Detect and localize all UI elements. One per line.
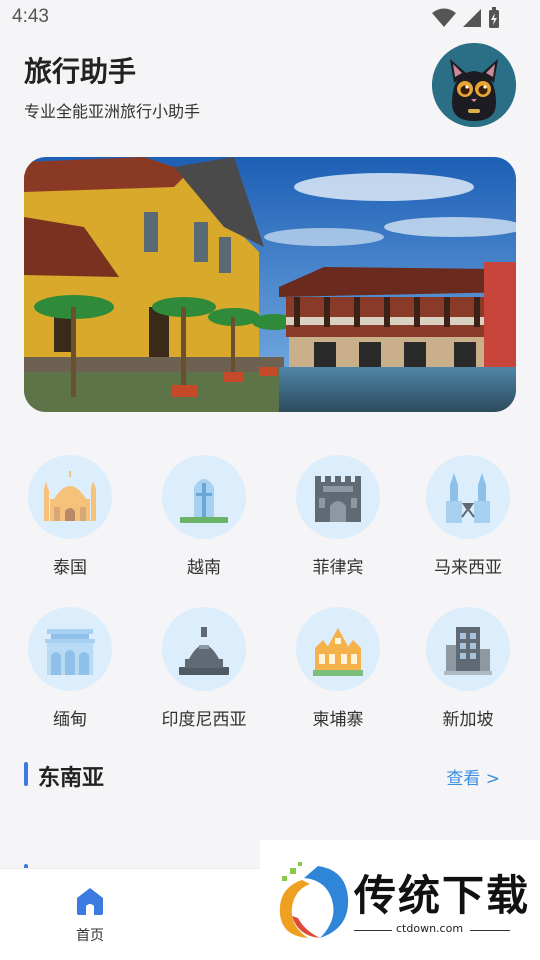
- fortress-icon: [315, 476, 361, 522]
- stupa-icon: [179, 627, 229, 675]
- country-icon-circle: [162, 455, 246, 539]
- watermark: 传统下载 ctdown.com: [260, 840, 540, 960]
- app-subtitle: 专业全能亚洲旅行小助手: [24, 102, 201, 121]
- country-item-thailand[interactable]: 泰国: [10, 455, 130, 578]
- country-item-philippines[interactable]: 菲律宾: [278, 455, 398, 578]
- palace-icon: [45, 629, 95, 675]
- banner-image[interactable]: [24, 157, 516, 412]
- hoi-an-bridge-illustration: [24, 157, 516, 412]
- country-label: 泰国: [53, 558, 87, 578]
- app-title: 旅行助手: [24, 55, 137, 88]
- cat-avatar-icon: [432, 43, 516, 127]
- tab-home-label: 首页: [76, 928, 104, 944]
- country-item-vietnam[interactable]: 越南: [144, 455, 264, 578]
- country-label: 印度尼西亚: [161, 710, 247, 730]
- country-item-singapore[interactable]: 新加坡: [408, 607, 528, 730]
- watermark-url: ctdown.com: [396, 922, 464, 935]
- skyscraper-icon: [444, 627, 492, 675]
- section-header-southeast-asia: 东南亚 查看 >: [24, 760, 500, 791]
- angkor-icon: [313, 628, 363, 676]
- country-icon-circle: [162, 607, 246, 691]
- country-label: 菲律宾: [312, 558, 364, 578]
- watermark-divider: [354, 930, 392, 931]
- country-icon-circle: [426, 607, 510, 691]
- status-icons: [432, 7, 500, 29]
- watermark-logo-icon: [279, 862, 349, 938]
- country-item-myanmar[interactable]: 缅甸: [10, 607, 130, 730]
- temple-icon: [44, 471, 96, 521]
- country-item-indonesia[interactable]: 印度尼西亚: [144, 607, 264, 730]
- country-icon-circle: [296, 455, 380, 539]
- country-item-cambodia[interactable]: 柬埔寨: [278, 607, 398, 730]
- watermark-brand: 传统下载: [354, 871, 531, 920]
- wifi-icon: [432, 8, 456, 27]
- watermark-divider: [470, 930, 510, 931]
- country-label: 马来西亚: [434, 558, 502, 578]
- battery-icon: [489, 7, 499, 28]
- status-bar: 4:43: [0, 0, 540, 36]
- avatar[interactable]: [432, 43, 516, 127]
- country-label: 缅甸: [53, 710, 87, 730]
- country-label: 新加坡: [442, 710, 494, 730]
- country-label: 柬埔寨: [312, 710, 364, 730]
- country-label: 越南: [187, 558, 221, 578]
- tab-home[interactable]: 首页: [60, 885, 120, 945]
- country-icon-circle: [28, 607, 112, 691]
- home-icon: [77, 888, 103, 915]
- section-accent-bar: [24, 762, 28, 786]
- signal-icon: [463, 9, 481, 27]
- tower-icon: [180, 479, 228, 523]
- status-time: 4:43: [12, 6, 49, 27]
- country-icon-circle: [28, 455, 112, 539]
- section-title: 东南亚: [38, 766, 105, 791]
- twin-towers-icon: [446, 473, 490, 523]
- country-icon-circle: [426, 455, 510, 539]
- view-more-link[interactable]: 查看 >: [446, 764, 500, 789]
- country-icon-circle: [296, 607, 380, 691]
- country-item-malaysia[interactable]: 马来西亚: [408, 455, 528, 578]
